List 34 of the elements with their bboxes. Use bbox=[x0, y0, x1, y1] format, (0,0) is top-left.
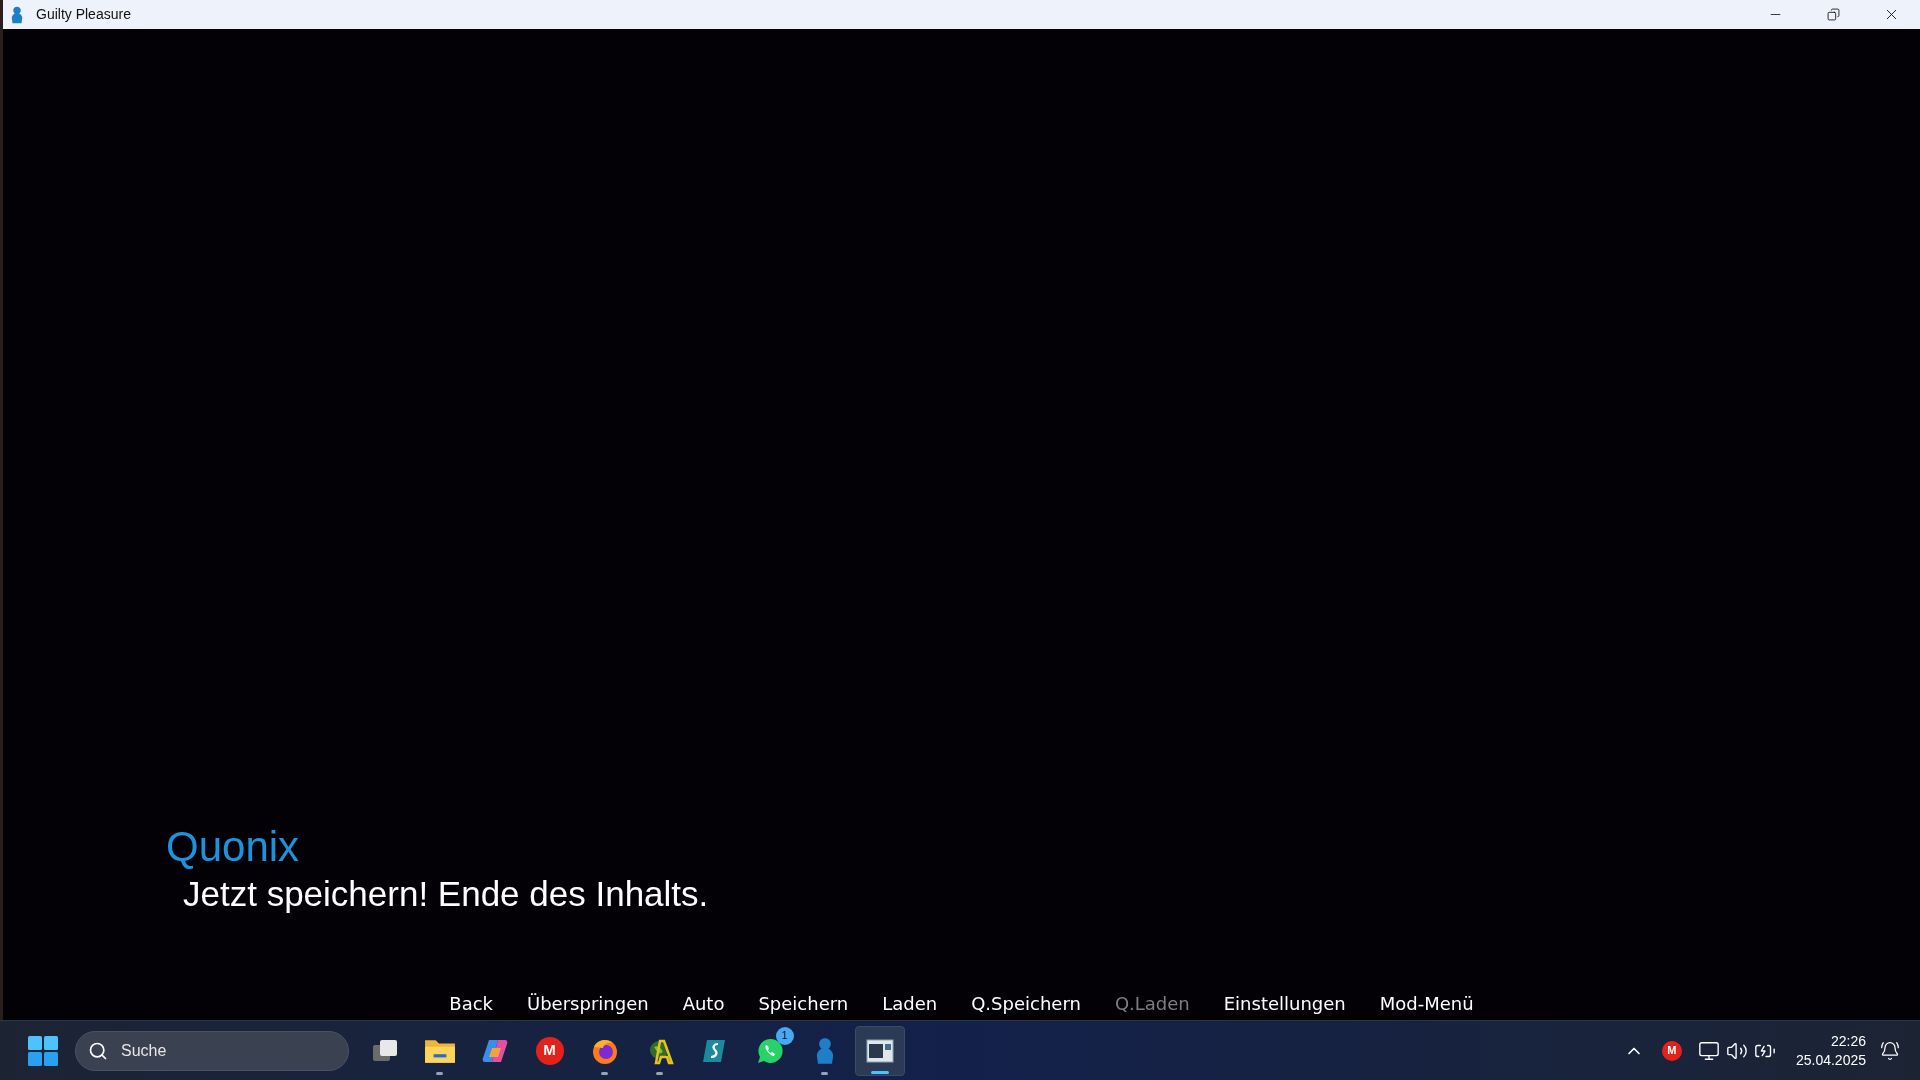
chat-phone-icon bbox=[755, 1036, 784, 1065]
notification-bell-icon[interactable] bbox=[1880, 1040, 1900, 1061]
taskbar-app-button[interactable]: 1 bbox=[744, 1025, 795, 1076]
quick-menu-link[interactable]: Überspringen bbox=[527, 989, 649, 1017]
quick-menu-link[interactable]: Q.Speichern bbox=[971, 989, 1081, 1017]
app-window-icon bbox=[865, 1038, 894, 1063]
quick-menu-link[interactable]: Mod-Menü bbox=[1379, 989, 1474, 1017]
quick-menu-link[interactable]: Speichern bbox=[758, 989, 849, 1017]
network-monitor-icon[interactable] bbox=[1697, 1039, 1720, 1062]
running-indicator bbox=[601, 1071, 608, 1075]
quick-menu-link[interactable]: Auto bbox=[682, 989, 725, 1017]
speaker-name: Quonix bbox=[166, 822, 300, 872]
search-icon bbox=[88, 1040, 108, 1061]
taskbar-app-button[interactable]: M bbox=[524, 1025, 575, 1076]
quick-menu-link[interactable]: Laden bbox=[882, 989, 938, 1017]
mega-logo-icon[interactable]: M bbox=[1661, 1040, 1682, 1061]
restore-icon[interactable] bbox=[1826, 8, 1840, 21]
running-indicator bbox=[656, 1071, 663, 1075]
quick-menu-link[interactable]: Einstellungen bbox=[1223, 989, 1346, 1017]
notification-badge: 1 bbox=[775, 1026, 794, 1045]
running-indicator bbox=[870, 1070, 889, 1074]
dialogue-text: Jetzt speichern! Ende des Inhalts. bbox=[183, 873, 709, 915]
running-indicator bbox=[821, 1071, 828, 1075]
clock-date: 25.04.2025 bbox=[1795, 1050, 1866, 1070]
search-field[interactable]: Suche bbox=[75, 1030, 349, 1071]
mega-logo-icon: M bbox=[535, 1036, 564, 1065]
clock[interactable]: 22:26 25.04.2025 bbox=[1795, 1031, 1866, 1070]
window-title: Guilty Pleasure bbox=[36, 5, 131, 24]
quick-menu-link[interactable]: Back bbox=[449, 989, 493, 1017]
windows-start-icon[interactable] bbox=[28, 1035, 58, 1066]
figure-icon bbox=[9, 5, 25, 24]
taskbar-app-button[interactable] bbox=[854, 1025, 905, 1076]
clock-time: 22:26 bbox=[1830, 1031, 1866, 1051]
running-indicator bbox=[436, 1071, 443, 1075]
